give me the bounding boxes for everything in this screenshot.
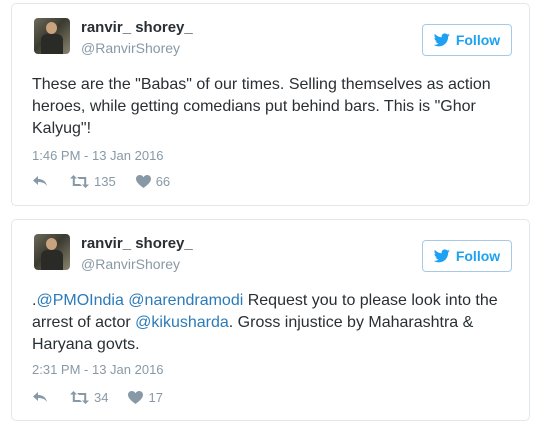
follow-label: Follow (455, 248, 501, 264)
user-handle[interactable]: @RanvirShorey (81, 40, 180, 56)
follow-button[interactable]: Follow (422, 24, 512, 56)
mention-link-kikusharda[interactable]: @kikusharda (135, 314, 229, 331)
retweet-icon (70, 390, 89, 404)
tweet-timestamp[interactable]: 2:31 PM - 13 Jan 2016 (32, 362, 164, 377)
reply-icon (33, 392, 47, 402)
tweet-text: .@PMOIndia @narendramodi Request you to … (32, 290, 513, 356)
tweet-actions: 34 17 (32, 387, 163, 407)
retweet-button[interactable]: 34 (70, 390, 108, 405)
reply-button[interactable] (32, 174, 48, 188)
tweet-card: ranvir_ shorey_ @RanvirShorey Follow .@P… (11, 219, 530, 421)
like-count: 17 (148, 389, 163, 405)
like-button[interactable]: 66 (135, 173, 171, 189)
user-display-name[interactable]: ranvir_ shorey_ (81, 235, 193, 252)
user-handle[interactable]: @RanvirShorey (81, 256, 180, 272)
like-count: 66 (155, 173, 171, 189)
retweet-button[interactable]: 135 (70, 174, 116, 189)
heart-icon (128, 390, 144, 404)
retweet-count: 34 (94, 389, 109, 405)
twitter-bird-icon (433, 33, 450, 47)
mention-link-pmoindia[interactable]: @PMOIndia (36, 292, 123, 309)
tweet-timestamp[interactable]: 1:46 PM - 13 Jan 2016 (32, 148, 164, 163)
retweet-count: 135 (94, 173, 116, 189)
like-button[interactable]: 17 (128, 389, 163, 405)
mention-link-narendramodi[interactable]: @narendramodi (128, 292, 243, 309)
tweet-card: ranvir_ shorey_ @RanvirShorey Follow The… (11, 3, 530, 206)
user-display-name[interactable]: ranvir_ shorey_ (81, 19, 193, 36)
heart-icon (135, 174, 151, 188)
twitter-bird-icon (433, 249, 450, 263)
follow-button[interactable]: Follow (422, 240, 512, 272)
retweet-icon (70, 174, 89, 188)
tweet-actions: 135 66 (32, 171, 170, 191)
avatar[interactable] (34, 234, 70, 270)
tweet-text: These are the "Babas" of our times. Sell… (32, 76, 491, 137)
follow-label: Follow (455, 32, 501, 48)
reply-button[interactable] (32, 390, 48, 404)
avatar[interactable] (34, 18, 70, 54)
reply-icon (33, 176, 47, 186)
